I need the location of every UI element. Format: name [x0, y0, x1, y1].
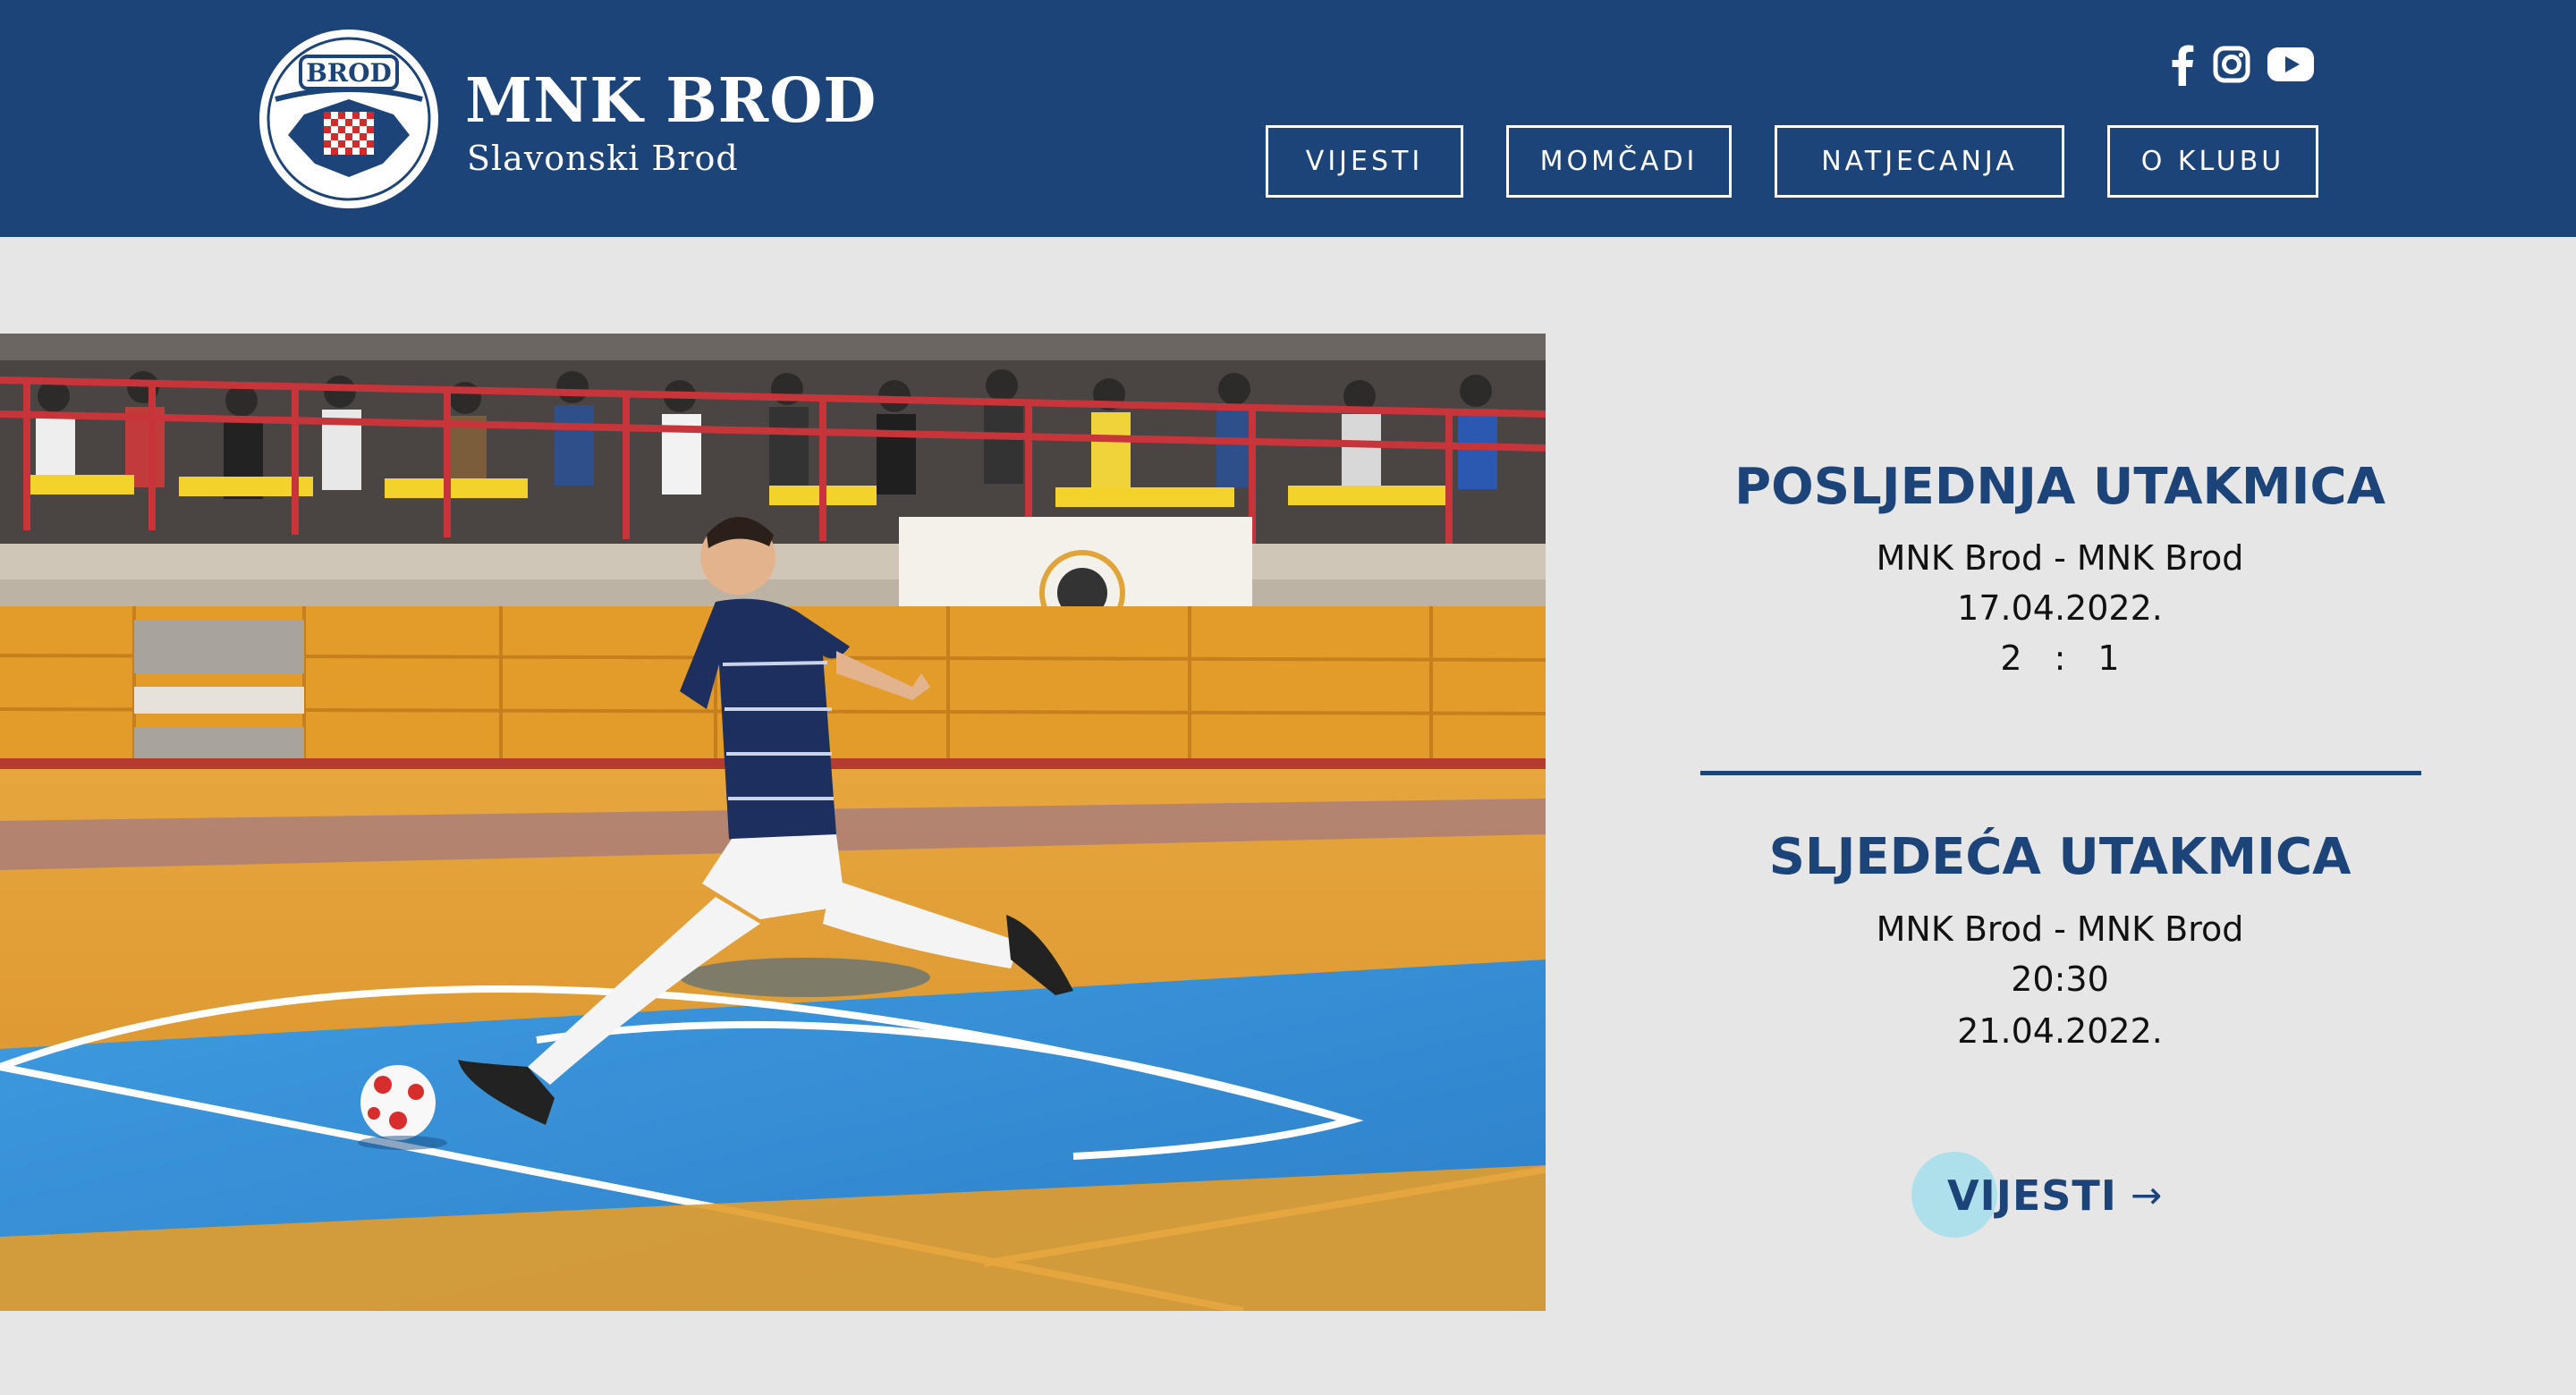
last-match-date: 17.04.2022.	[1957, 588, 2163, 628]
news-link-label: VIJESTI	[1947, 1171, 2117, 1220]
youtube-icon[interactable]	[2265, 41, 2317, 88]
nav-momcadi-button[interactable]: MOMČADI	[1506, 125, 1732, 198]
hero-image	[0, 334, 1546, 1311]
facebook-icon[interactable]	[2165, 41, 2200, 88]
last-match-teams: MNK Brod - MNK Brod	[1876, 538, 2244, 578]
svg-text:BROD: BROD	[306, 58, 392, 88]
next-match-time: 20:30	[2011, 960, 2109, 999]
site-title[interactable]: MNK BROD	[465, 61, 877, 141]
next-match-title: SLJEDEĆA UTAKMICA	[1768, 828, 2351, 886]
site-header: BROD MNK BROD Slavonski Brod VIJESTI MOM…	[0, 0, 2576, 237]
last-match-score: 2 : 1	[1657, 633, 2462, 683]
site-subtitle: Slavonski Brod	[467, 139, 739, 178]
arrow-right-icon: →	[2131, 1173, 2163, 1217]
news-link-button[interactable]: VIJESTI →	[1911, 1149, 2198, 1247]
score-separator: :	[2054, 638, 2066, 678]
instagram-icon[interactable]	[2209, 41, 2254, 88]
next-match-teams: MNK Brod - MNK Brod	[1876, 909, 2244, 949]
score-away: 1	[2097, 638, 2120, 678]
nav-natjecanja-button[interactable]: NATJECANJA	[1775, 125, 2064, 198]
club-logo[interactable]: BROD	[259, 30, 438, 208]
nav-vijesti-button[interactable]: VIJESTI	[1266, 125, 1463, 198]
last-match-title: POSLJEDNJA UTAKMICA	[1734, 458, 2385, 516]
score-home: 2	[2000, 638, 2022, 678]
next-match-date: 21.04.2022.	[1957, 1011, 2163, 1051]
section-divider	[1700, 771, 2421, 775]
nav-o-klubu-button[interactable]: O KLUBU	[2107, 125, 2318, 198]
